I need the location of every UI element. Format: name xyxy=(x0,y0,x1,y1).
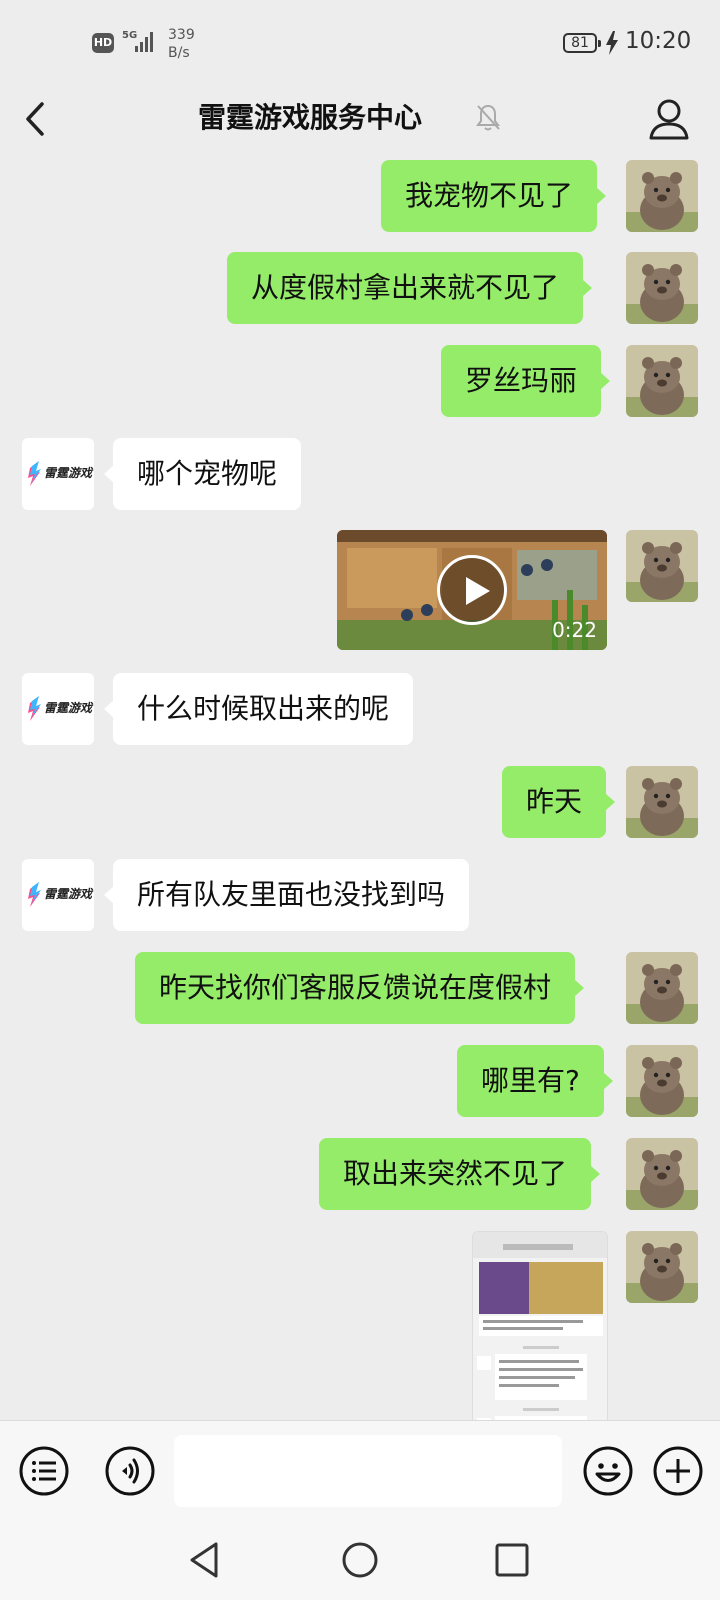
signal-icon xyxy=(135,32,153,52)
bell-off-icon xyxy=(476,104,500,131)
avatar[interactable]: 雷霆游戏 xyxy=(22,438,94,510)
person-icon xyxy=(649,99,689,140)
play-icon[interactable] xyxy=(437,555,507,625)
network-rate: 339 B/s xyxy=(168,26,208,62)
avatar[interactable]: 雷霆游戏 xyxy=(22,673,94,745)
nav-home-button[interactable] xyxy=(338,1538,382,1582)
profile-button[interactable] xyxy=(644,94,694,144)
voice-icon xyxy=(105,1446,155,1496)
chevron-left-icon xyxy=(26,102,44,136)
message-bubble-self[interactable]: 取出来突然不见了 xyxy=(319,1138,601,1210)
clock: 10:20 xyxy=(625,28,692,54)
square-recent-icon xyxy=(495,1543,529,1577)
emoji-button[interactable] xyxy=(582,1445,634,1497)
avatar[interactable] xyxy=(626,1138,698,1210)
chat-header: 雷霆游戏服务中心 xyxy=(0,80,720,158)
menu-button[interactable] xyxy=(18,1445,70,1497)
screenshot-thumbnail xyxy=(473,1232,607,1420)
network-rate-unit: B/s xyxy=(168,45,190,61)
message-bubble-self[interactable]: 我宠物不见了 xyxy=(381,160,607,232)
message-list[interactable]: 我宠物不见了 从度假村拿出来就不见了 罗丝玛丽 雷霆游戏 哪个宠物呢 0:22 … xyxy=(0,158,720,1420)
video-duration: 0:22 xyxy=(552,618,597,642)
avatar[interactable] xyxy=(626,1045,698,1117)
chat-title: 雷霆游戏服务中心 xyxy=(197,101,422,134)
charging-icon xyxy=(606,31,618,55)
nav-recent-button[interactable] xyxy=(490,1538,534,1582)
avatar[interactable] xyxy=(626,345,698,417)
hd-indicator: HD xyxy=(92,33,114,53)
video-message[interactable]: 0:22 xyxy=(337,530,607,650)
emoji-icon xyxy=(583,1446,633,1496)
add-button[interactable] xyxy=(652,1445,704,1497)
message-input[interactable] xyxy=(174,1435,562,1507)
avatar[interactable] xyxy=(626,766,698,838)
input-bar xyxy=(0,1420,720,1520)
message-bubble-self[interactable]: 昨天找你们客服反馈说在度假村 xyxy=(135,952,585,1024)
message-bubble-other[interactable]: 所有队友里面也没找到吗 xyxy=(103,859,470,931)
list-menu-icon xyxy=(19,1446,69,1496)
avatar[interactable] xyxy=(626,160,698,232)
voice-button[interactable] xyxy=(104,1445,156,1497)
avatar[interactable] xyxy=(626,530,698,602)
avatar[interactable] xyxy=(626,252,698,324)
avatar[interactable] xyxy=(626,952,698,1024)
message-bubble-self[interactable]: 罗丝玛丽 xyxy=(441,345,611,417)
avatar-logo-text: 雷霆游戏 xyxy=(44,466,93,480)
nav-back-button[interactable] xyxy=(184,1538,228,1582)
circle-home-icon xyxy=(342,1542,378,1578)
avatar[interactable]: 雷霆游戏 xyxy=(22,859,94,931)
avatar[interactable] xyxy=(626,1231,698,1303)
network-rate-value: 339 xyxy=(168,27,195,43)
system-nav-bar xyxy=(0,1520,720,1600)
back-button[interactable] xyxy=(14,92,58,144)
avatar-logo-text: 雷霆游戏 xyxy=(44,701,93,715)
message-bubble-other[interactable]: 哪个宠物呢 xyxy=(103,438,302,510)
message-bubble-self[interactable]: 昨天 xyxy=(502,766,616,838)
message-bubble-self[interactable]: 从度假村拿出来就不见了 xyxy=(227,252,593,324)
status-bar: HD 5G 339 B/s 81 10:20 xyxy=(0,0,720,80)
plus-icon xyxy=(653,1446,703,1496)
image-message[interactable] xyxy=(472,1231,608,1420)
triangle-back-icon xyxy=(190,1542,218,1578)
message-bubble-other[interactable]: 什么时候取出来的呢 xyxy=(103,673,414,745)
battery-indicator: 81 xyxy=(563,33,601,53)
message-bubble-self[interactable]: 哪里有? xyxy=(457,1045,613,1117)
avatar-logo-text: 雷霆游戏 xyxy=(44,887,93,901)
